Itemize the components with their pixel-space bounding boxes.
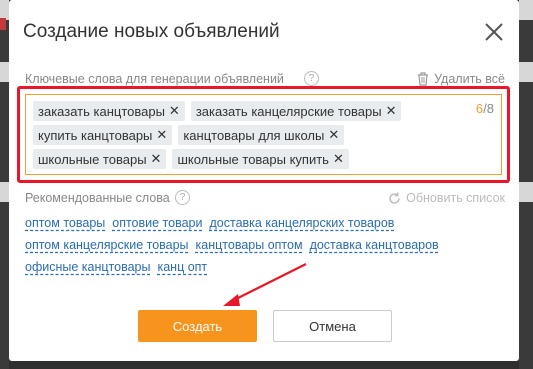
trash-icon	[418, 72, 429, 86]
keyword-counter: 6/8	[476, 101, 494, 116]
remove-tag-icon[interactable]: ✕	[151, 151, 162, 167]
suggestion-line: оптом канцелярские товары канцтовары опт…	[25, 238, 505, 260]
help-icon[interactable]: ?	[304, 71, 319, 86]
help-icon[interactable]: ?	[175, 190, 190, 205]
suggestion-link[interactable]: канцтовары оптом	[196, 238, 303, 260]
create-button[interactable]: Создать	[138, 310, 257, 342]
keyword-tag: купить канцтовары ✕	[33, 125, 173, 145]
backdrop-strip	[0, 62, 9, 82]
keyword-tag: заказать канцтовары ✕	[33, 101, 185, 121]
suggestion-line: оптом товары оптовие товари доставка кан…	[25, 216, 505, 238]
suggestion-link[interactable]: доставка канцтоваров	[310, 238, 439, 260]
suggestion-link[interactable]: офисные канцтовары	[25, 260, 150, 282]
suggestion-link[interactable]: доставка канцелярских товаров	[209, 216, 394, 238]
remove-tag-icon[interactable]: ✕	[169, 103, 180, 119]
suggestion-link[interactable]: канц опт	[157, 260, 207, 282]
backdrop-strip	[0, 182, 9, 202]
suggestion-link[interactable]: оптом товары	[25, 216, 105, 238]
backdrop-red-mark	[0, 18, 6, 30]
suggestion-link[interactable]: оптом канцелярские товары	[25, 238, 189, 260]
create-ads-dialog: Создание новых объявлений Ключевые слова…	[9, 0, 519, 361]
backdrop-left	[0, 0, 9, 369]
keyword-tag-label: купить канцтовары	[38, 127, 153, 143]
backdrop-strip	[519, 182, 533, 202]
close-icon	[485, 23, 503, 41]
keyword-tag: заказать канцелярские товары ✕	[190, 101, 402, 121]
tag-row: купить канцтовары ✕ канцтовары для школы ✕	[33, 125, 453, 149]
recommended-words: оптом товары оптовие товари доставка кан…	[25, 216, 505, 282]
backdrop-strip	[519, 62, 533, 82]
tag-row: заказать канцтовары ✕ заказать канцелярск…	[33, 101, 453, 125]
keyword-count-max: 8	[486, 101, 494, 116]
refresh-list-label: Обновить список	[406, 191, 505, 205]
recommended-label: Рекомендованные слова	[25, 191, 170, 205]
remove-tag-icon[interactable]: ✕	[386, 103, 397, 119]
remove-tag-icon[interactable]: ✕	[328, 127, 339, 143]
tag-row: школьные товары ✕ школьные товары купить ✕	[33, 149, 453, 173]
backdrop-strip	[0, 0, 9, 20]
keywords-input-box[interactable]: заказать канцтовары ✕ заказать канцелярск…	[25, 94, 502, 175]
cancel-button[interactable]: Отмена	[273, 310, 392, 342]
delete-all-label: Удалить всё	[434, 72, 505, 86]
delete-all-button[interactable]: Удалить всё	[417, 72, 505, 86]
backdrop-right	[519, 0, 533, 369]
remove-tag-icon[interactable]: ✕	[333, 151, 344, 167]
keyword-tag-label: заказать канцтовары	[38, 103, 165, 119]
keyword-tag-label: канцтовары для школы	[183, 127, 325, 143]
close-button[interactable]	[483, 21, 505, 43]
keyword-tag-label: школьные товары	[38, 151, 147, 167]
keywords-label: Ключевые слова для генерации объявлений	[25, 72, 284, 86]
keyword-tag: канцтовары для школы ✕	[178, 125, 345, 145]
keyword-tag-label: заказать канцелярские товары	[195, 103, 382, 119]
backdrop-strip	[519, 0, 533, 20]
keywords-highlight-frame: заказать канцтовары ✕ заказать канцелярск…	[17, 86, 510, 183]
suggestion-line: офисные канцтовары канц опт	[25, 260, 505, 282]
refresh-icon	[389, 191, 400, 204]
suggestion-link[interactable]: оптовие товари	[112, 216, 202, 238]
keyword-tag-label: школьные товары купить	[177, 151, 329, 167]
keyword-tags: заказать канцтовары ✕ заказать канцелярск…	[33, 101, 453, 173]
recommended-label-row: Рекомендованные слова ? Обновить список	[25, 190, 505, 208]
refresh-list-button[interactable]: Обновить список	[388, 191, 505, 205]
keyword-tag: школьные товары ✕	[33, 149, 167, 169]
remove-tag-icon[interactable]: ✕	[156, 127, 167, 143]
dialog-title: Создание новых объявлений	[23, 21, 280, 42]
keyword-tag: школьные товары купить ✕	[172, 149, 349, 169]
